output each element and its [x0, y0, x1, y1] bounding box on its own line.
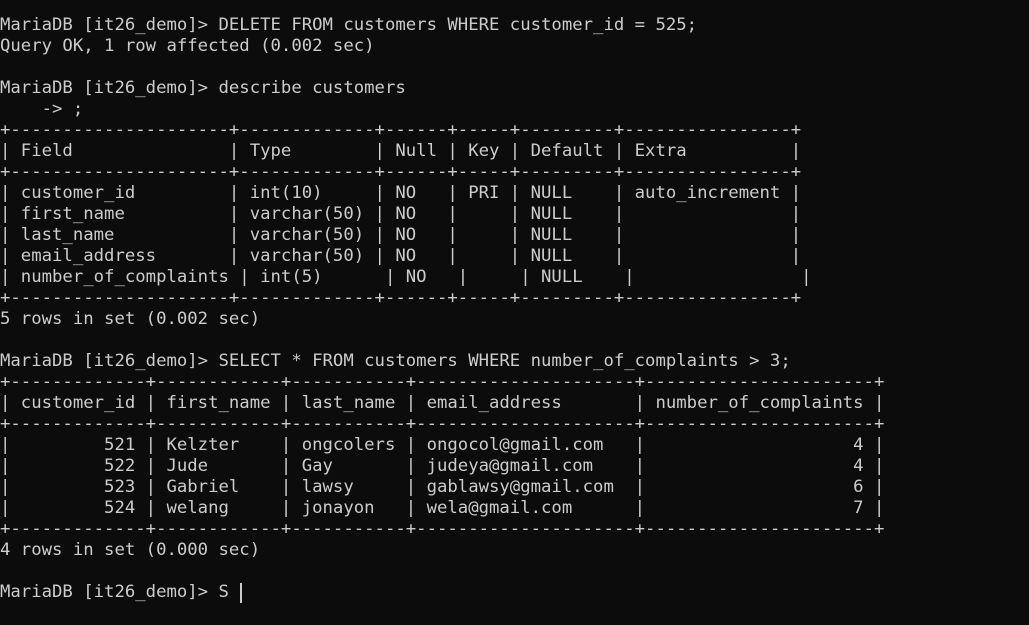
terminal-line-describe-command: MariaDB [it26_demo]> describe customers	[0, 78, 406, 98]
describe-table-row: | last_name | varchar(50) | NO | | NULL …	[0, 225, 802, 245]
terminal-window[interactable]: MariaDB [it26_demo]> DELETE FROM custome…	[0, 0, 1029, 625]
terminal-prompt-input[interactable]: MariaDB [it26_demo]> S	[0, 582, 229, 603]
describe-table-border: +---------------------+-------------+---…	[0, 120, 802, 140]
describe-table-row: | number_of_complaints | int(5) | NO | |…	[0, 267, 812, 287]
select-table-border: +-------------+------------+-----------+…	[0, 414, 885, 434]
terminal-line-query-ok: Query OK, 1 row affected (0.002 sec)	[0, 36, 375, 56]
describe-table-row: | email_address | varchar(50) | NO | | N…	[0, 246, 802, 266]
terminal-line-continuation: -> ;	[0, 99, 84, 119]
select-table-row: | 523 | Gabriel | lawsy | gablawsy@gmail…	[0, 477, 885, 497]
terminal-line-rows-in-set: 4 rows in set (0.000 sec)	[0, 540, 261, 560]
describe-table-row: | customer_id | int(10) | NO | PRI | NUL…	[0, 183, 802, 203]
terminal-line-select-command: MariaDB [it26_demo]> SELECT * FROM custo…	[0, 351, 791, 371]
select-table-row: | 522 | Jude | Gay | judeya@gmail.com | …	[0, 456, 885, 476]
describe-table-header: | Field | Type | Null | Key | Default | …	[0, 141, 802, 161]
describe-table-border: +---------------------+-------------+---…	[0, 162, 802, 182]
text-cursor	[240, 583, 242, 603]
select-table-row: | 521 | Kelzter | ongcolers | ongocol@gm…	[0, 435, 885, 455]
select-table-border: +-------------+------------+-----------+…	[0, 372, 885, 392]
select-table-header: | customer_id | first_name | last_name |…	[0, 393, 885, 413]
terminal-line-delete-command: MariaDB [it26_demo]> DELETE FROM custome…	[0, 15, 698, 35]
select-table-row: | 524 | welang | jonayon | wela@gmail.co…	[0, 498, 885, 518]
terminal-line-rows-in-set: 5 rows in set (0.002 sec)	[0, 309, 261, 329]
describe-table-row: | first_name | varchar(50) | NO | | NULL…	[0, 204, 802, 224]
select-table-border: +-------------+------------+-----------+…	[0, 519, 885, 539]
describe-table-border: +---------------------+-------------+---…	[0, 288, 802, 308]
